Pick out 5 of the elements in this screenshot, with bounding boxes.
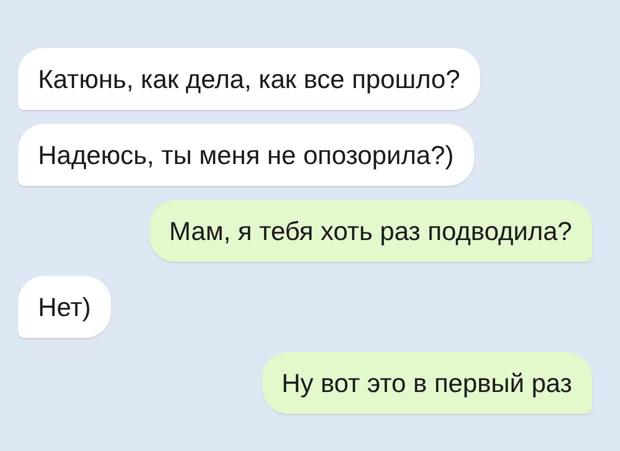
message-bubble: Мам, я тебя хоть раз подводила? (149, 200, 592, 262)
message-bubble: Надеюсь, ты меня не опозорила?) (18, 124, 474, 186)
message-bubble: Ну вот это в первый раз (262, 352, 592, 414)
message-bubble: Катюнь, как дела, как все прошло? (18, 48, 480, 110)
message-bubble: Нет) (18, 276, 111, 338)
